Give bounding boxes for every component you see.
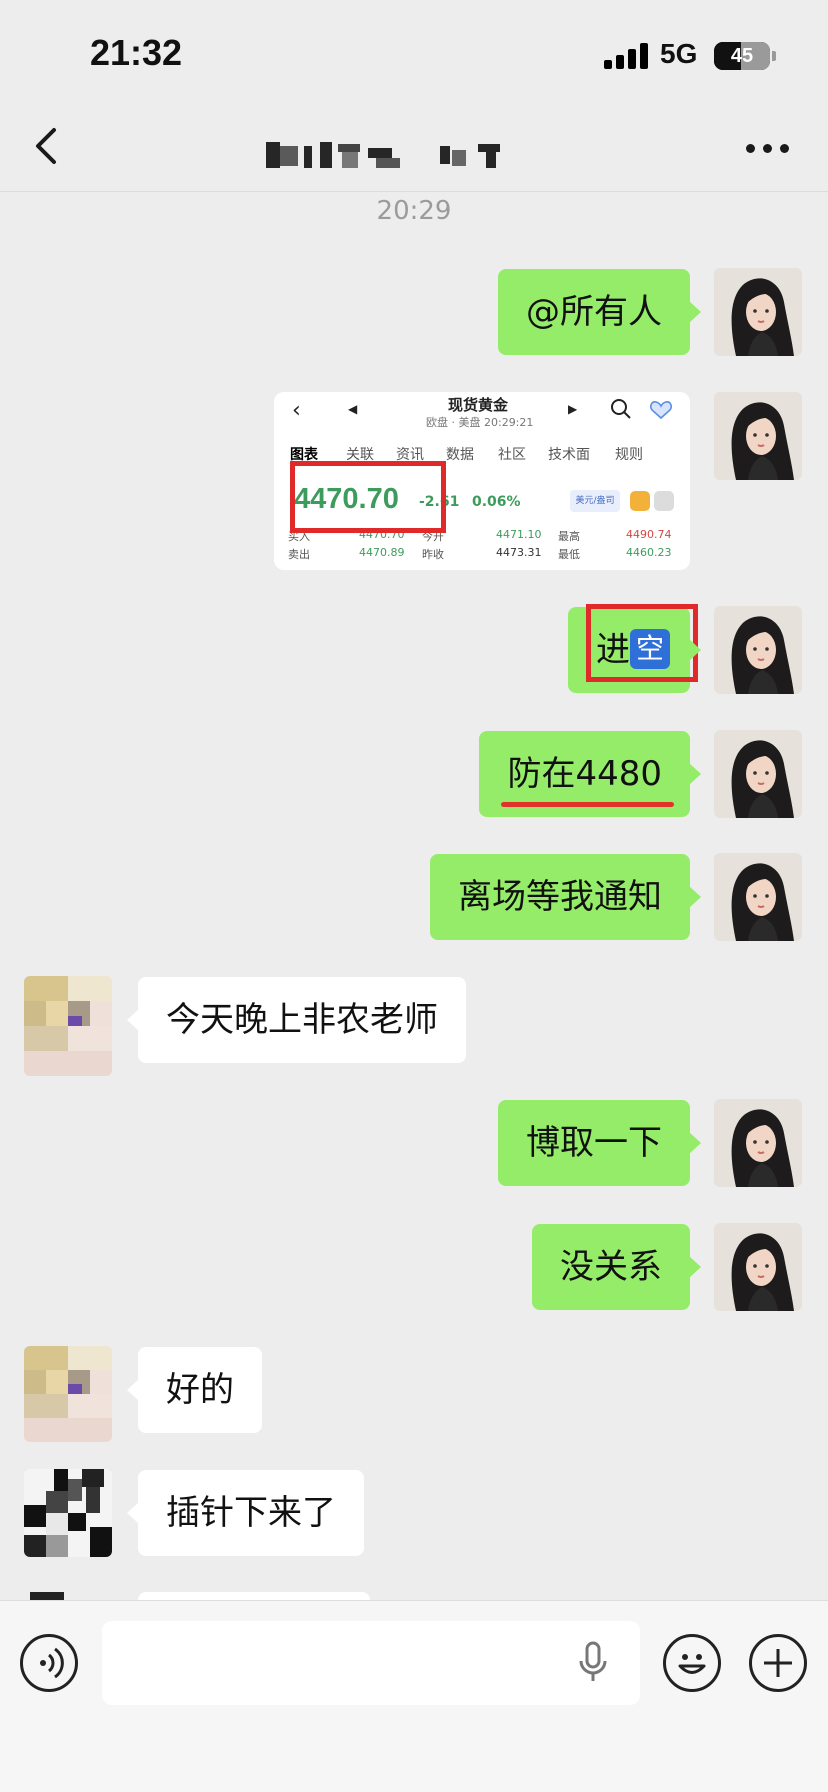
card-title: 现货黄金 bbox=[448, 396, 509, 414]
quote-label: 卖出 bbox=[288, 548, 310, 561]
card-tab-technical: 技术面 bbox=[548, 447, 590, 463]
price-highlight-box bbox=[290, 461, 446, 533]
my-avatar[interactable] bbox=[714, 392, 802, 480]
message-row: ‹ ◀ 现货黄金 欧盘 · 美盘 20:29:21 ▶ 图表 关联 资讯 数据 … bbox=[0, 392, 828, 570]
message-text: 好的 bbox=[166, 1370, 234, 1410]
chat-header bbox=[0, 100, 828, 192]
wechat-chat-screen: 21:32 5G 45 20:29 @所有人 ‹ ◀ 现货黄金 欧盘 · 美盘 … bbox=[0, 0, 828, 1792]
quote-label: 昨收 bbox=[422, 548, 444, 561]
my-message-bubble[interactable]: 离场等我通知 bbox=[430, 854, 701, 940]
chat-title-pixelated bbox=[264, 140, 584, 170]
smiley-icon bbox=[678, 1654, 706, 1674]
quote-value: 4471.10 bbox=[496, 528, 542, 541]
card-next-icon: ▶ bbox=[568, 402, 578, 416]
battery-level: 45 bbox=[730, 45, 754, 67]
message-row: @所有人 bbox=[0, 268, 828, 356]
message-row: 进空 bbox=[0, 604, 828, 694]
contact-avatar-pixelated[interactable] bbox=[24, 976, 112, 1076]
battery-icon: 45 bbox=[714, 42, 770, 70]
status-bar: 21:32 5G 45 bbox=[0, 0, 828, 100]
card-prev-icon: ◀ bbox=[348, 402, 358, 416]
my-message-bubble[interactable]: 博取一下 bbox=[498, 1100, 701, 1186]
message-timestamp: 20:29 bbox=[376, 196, 452, 226]
message-text: 今天晚上非农老师 bbox=[166, 1000, 438, 1040]
more-functions-button[interactable] bbox=[749, 1634, 807, 1692]
their-message-bubble[interactable]: 插针下来了 bbox=[127, 1470, 364, 1556]
card-coin-icon bbox=[630, 491, 650, 511]
network-type: 5G bbox=[660, 38, 698, 69]
more-options-icon[interactable] bbox=[746, 144, 790, 154]
plus-icon bbox=[764, 1649, 792, 1677]
message-row-partial bbox=[0, 1592, 828, 1600]
battery-tip bbox=[772, 51, 776, 61]
message-row: 博取一下 bbox=[0, 1099, 828, 1187]
their-message-bubble[interactable]: 今天晚上非农老师 bbox=[127, 977, 466, 1063]
card-back-icon: ‹ bbox=[292, 398, 301, 423]
back-arrow-icon[interactable] bbox=[28, 124, 68, 168]
message-text: 博取一下 bbox=[526, 1123, 662, 1163]
voice-mode-button[interactable] bbox=[20, 1634, 78, 1692]
my-avatar[interactable] bbox=[714, 730, 802, 818]
message-input[interactable] bbox=[102, 1621, 640, 1705]
quote-value: 4470.89 bbox=[359, 546, 405, 559]
message-row: 离场等我通知 bbox=[0, 853, 828, 941]
contact-avatar-partial bbox=[30, 1592, 64, 1600]
my-avatar[interactable] bbox=[714, 606, 802, 694]
card-tab-data: 数据 bbox=[446, 447, 474, 463]
my-message-bubble[interactable]: 没关系 bbox=[532, 1224, 701, 1310]
their-message-bubble[interactable]: 好的 bbox=[127, 1347, 262, 1433]
red-underline bbox=[501, 802, 674, 807]
my-message-bubble[interactable]: 防在4480 bbox=[479, 731, 701, 817]
card-settings-icon bbox=[654, 491, 674, 511]
message-text: 没关系 bbox=[560, 1247, 662, 1287]
message-row: 插针下来了 bbox=[0, 1469, 828, 1557]
message-text: @所有人 bbox=[526, 292, 662, 332]
quote-label: 最高 bbox=[558, 530, 580, 543]
card-search-icon bbox=[611, 399, 631, 419]
card-heart-icon bbox=[649, 401, 673, 420]
my-avatar[interactable] bbox=[714, 1099, 802, 1187]
voice-wave-icon bbox=[40, 1647, 64, 1679]
status-time: 21:32 bbox=[90, 32, 183, 73]
unit-badge: 美元/盎司 bbox=[570, 490, 620, 512]
price-change-pct: 0.06% bbox=[472, 494, 521, 510]
message-text: 离场等我通知 bbox=[458, 877, 662, 917]
quote-label: 最低 bbox=[558, 548, 580, 561]
my-avatar[interactable] bbox=[714, 268, 802, 356]
input-bar bbox=[0, 1600, 828, 1792]
shared-screenshot-image[interactable]: ‹ ◀ 现货黄金 欧盘 · 美盘 20:29:21 ▶ 图表 关联 资讯 数据 … bbox=[274, 392, 690, 570]
message-row: 防在4480 bbox=[0, 730, 828, 818]
card-tab-community: 社区 bbox=[498, 447, 526, 463]
contact-avatar-pixelated[interactable] bbox=[24, 1469, 112, 1557]
my-avatar[interactable] bbox=[714, 1223, 802, 1311]
contact-avatar-pixelated[interactable] bbox=[24, 1346, 112, 1442]
message-text: 插针下来了 bbox=[166, 1493, 336, 1533]
their-message-bubble-partial bbox=[138, 1592, 370, 1600]
card-subtitle: 欧盘 · 美盘 20:29:21 bbox=[426, 416, 534, 429]
card-tab-rules: 规则 bbox=[615, 447, 643, 463]
message-row: 好的 bbox=[0, 1346, 828, 1442]
quote-value: 4460.23 bbox=[626, 546, 672, 559]
my-message-bubble[interactable]: 进空 bbox=[568, 604, 701, 693]
quote-value: 4490.74 bbox=[626, 528, 672, 541]
message-row: 今天晚上非农老师 bbox=[0, 976, 828, 1076]
emoji-button[interactable] bbox=[663, 1634, 721, 1692]
microphone-icon[interactable] bbox=[578, 1641, 608, 1685]
signal-icon bbox=[604, 43, 648, 69]
message-text: 防在4480 bbox=[507, 754, 662, 794]
quote-value: 4473.31 bbox=[496, 546, 542, 559]
my-avatar[interactable] bbox=[714, 853, 802, 941]
message-row: 没关系 bbox=[0, 1223, 828, 1311]
message-highlight-box bbox=[586, 604, 698, 682]
my-message-bubble[interactable]: @所有人 bbox=[498, 269, 701, 355]
